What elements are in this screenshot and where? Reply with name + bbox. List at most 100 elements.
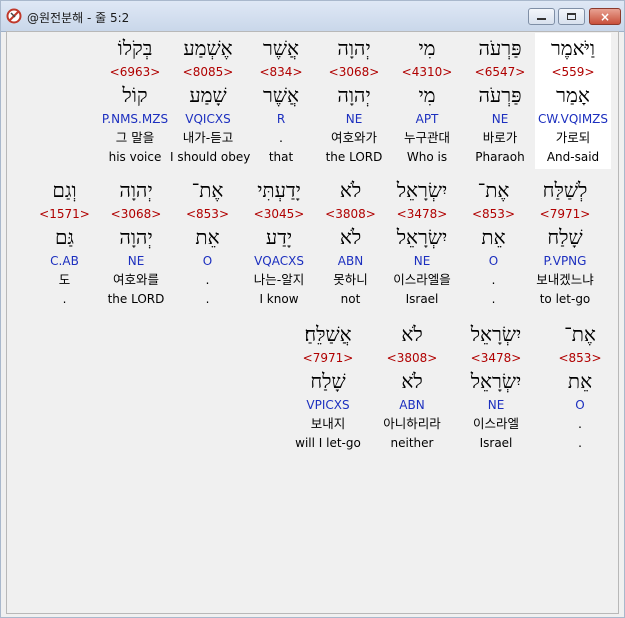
korean-gloss: 가로되 (555, 130, 591, 145)
english-gloss: the LORD (325, 150, 383, 164)
lemma-word: קוֹל (122, 83, 148, 107)
title-bar[interactable]: @원전분해 - 줄 5:2 × (1, 1, 624, 32)
english-gloss: I know (259, 292, 299, 306)
korean-gloss: 못하니 (333, 272, 368, 287)
hebrew-word: יְהוָה (337, 36, 371, 60)
strong-number: <3068> (328, 65, 380, 79)
parse-code: O (575, 398, 585, 412)
strong-number: <7971> (302, 351, 354, 365)
korean-gloss: 그 말을 (115, 130, 155, 145)
strong-number: <3808> (325, 207, 376, 221)
korean-gloss: 나는-알지 (253, 272, 305, 287)
close-button[interactable]: × (589, 8, 621, 25)
hebrew-word: וְגַם (52, 178, 77, 202)
hebrew-word: אֲשֶׁר (263, 36, 299, 60)
english-gloss: Pharaoh (475, 150, 525, 164)
word-column[interactable]: אֶת־ <853> אֵת O.. (456, 175, 532, 311)
hebrew-word: לֹא (401, 322, 423, 346)
parse-code: VPICXS (306, 398, 350, 412)
lemma-word: שָׁמַע (189, 83, 227, 107)
strong-number: <559> (551, 65, 595, 79)
english-gloss: . (62, 292, 67, 306)
strong-number: <3045> (253, 207, 305, 221)
korean-gloss: 누구관대 (403, 130, 450, 145)
hebrew-word: יִשְׂרָאֵל (396, 178, 448, 202)
parse-code: O (202, 254, 213, 268)
word-column[interactable]: אֲשֶׁר <834> אֲשֶׁר R. that (243, 33, 319, 169)
korean-gloss: 도 (58, 272, 71, 287)
parse-code: NE (487, 398, 505, 412)
word-column[interactable]: לֹא <3808> לֹא ABN 아니하리라 neither (374, 319, 450, 455)
lemma-word: אֵת (195, 225, 220, 249)
korean-gloss: 보내겠느냐 (536, 272, 594, 287)
word-column[interactable]: פַּרְעֹה <6547> פַּרְעֹה NE 바로가 Pharaoh (462, 33, 538, 169)
minimize-button[interactable] (528, 8, 555, 25)
parse-code: O (488, 254, 499, 268)
strong-number: <3478> (396, 207, 448, 221)
parse-code: ABN (399, 398, 425, 412)
korean-gloss: . (578, 416, 582, 431)
strong-number: <3808> (386, 351, 438, 365)
lemma-word: יִשְׂרָאֵל (396, 225, 448, 249)
strong-number: <8085> (182, 65, 234, 79)
english-gloss: not (340, 292, 361, 306)
hebrew-word: בְּקֹלוֹ (117, 36, 153, 60)
word-column[interactable]: אֲשַׁלֵּחַ׃ <7971> שָׁלַח VPICXS 보내지 will I l… (290, 319, 366, 455)
word-column[interactable]: וְגַם <1571> גַּם C.AB 도. (27, 175, 103, 311)
lemma-word: לֹא (339, 225, 362, 249)
word-column[interactable]: מִי <4310> מִי APT 누구관대 Who is (389, 33, 465, 169)
word-column[interactable]: לְשַׁלַּח <7971> שָׁלַח P.VPNG 보내겠느냐 to let-g… (527, 175, 603, 311)
strong-number: <4310> (401, 65, 453, 79)
korean-gloss: 보내지 (310, 416, 346, 431)
parse-code: P.NMS.MZS (101, 112, 169, 126)
interlinear-panel: וַיֹּאמֶר <559> אָמַר CW.VQIMZS 가로되 And-said פ… (6, 31, 619, 614)
lemma-word: יִשְׂרָאֵל (470, 369, 522, 393)
hebrew-word: לֹא (339, 178, 362, 202)
word-column[interactable]: יְהוָה <3068> יְהוָה NE 여호와가 the LORD (316, 33, 392, 169)
english-gloss: neither (390, 436, 434, 450)
korean-gloss: 이스라엘 (472, 416, 519, 431)
lemma-word: פַּרְעֹה (478, 83, 522, 107)
parse-code: NE (345, 112, 363, 126)
strong-number: <853> (558, 351, 602, 365)
parse-code: C.AB (50, 254, 79, 268)
hebrew-word: לְשַׁלַּח (542, 178, 588, 202)
hebrew-word: אֶת־ (564, 322, 596, 346)
korean-gloss: 여호와를 (112, 272, 159, 287)
english-gloss: will I let-go (295, 436, 361, 450)
word-column[interactable]: בְּקֹלוֹ <6963> קוֹל P.NMS.MZS 그 말을 his voice (97, 33, 173, 169)
english-gloss: . (578, 436, 582, 450)
lemma-word: אֵת (481, 225, 506, 249)
hebrew-word: אֲשַׁלֵּחַ׃ (304, 322, 352, 346)
maximize-button[interactable] (558, 8, 585, 25)
word-column[interactable]: לֹא <3808> לֹא ABN 못하니 not (313, 175, 389, 311)
word-column[interactable]: אֶשְׁמַע <8085> שָׁמַע VQICXS 내가-듣고 I should … (170, 33, 251, 169)
hebrew-word: מִי (418, 36, 436, 60)
word-column[interactable]: אֶת־ <853> אֵת O.. (542, 319, 618, 455)
english-gloss: . (205, 292, 210, 306)
english-gloss: . (491, 292, 496, 306)
word-column[interactable]: יְהוָה <3068> יְהוָה NE 여호와를 the LORD (98, 175, 174, 311)
english-gloss: I should obey (170, 150, 251, 164)
word-column[interactable]: וַיֹּאמֶר <559> אָמַר CW.VQIMZS 가로되 And-said (535, 33, 611, 169)
korean-gloss: . (205, 272, 210, 287)
word-column[interactable]: אֶת־ <853> אֵת O.. (170, 175, 246, 311)
parse-code: CW.VQIMZS (537, 112, 609, 126)
lemma-word: שָׁלַח (547, 225, 583, 249)
lemma-word: יָדַע (265, 225, 293, 249)
word-column[interactable]: יִשְׂרָאֵל <3478> יִשְׂרָאֵל NE 이스라엘 Israel (458, 319, 534, 455)
hebrew-word: וַיֹּאמֶר (550, 36, 596, 60)
word-column[interactable]: יָדַעְתִּי <3045> יָדַע VQACXS 나는-알지 I know (241, 175, 317, 311)
hebrew-word: יָדַעְתִּי (257, 178, 301, 202)
app-icon (6, 8, 22, 24)
parse-code: ABN (337, 254, 364, 268)
strong-number: <834> (259, 65, 303, 79)
lemma-word: יְהוָה (119, 225, 153, 249)
parse-code: R (276, 112, 286, 126)
word-column[interactable]: יִשְׂרָאֵל <3478> יִשְׂרָאֵל NE 이스라엘을 Israel (384, 175, 460, 311)
lemma-word: גַּם (54, 225, 75, 249)
parse-code: VQICXS (185, 112, 231, 126)
lemma-word: שָׁלַח (310, 369, 346, 393)
lemma-word: אֲשֶׁר (263, 83, 299, 107)
hebrew-word: יִשְׂרָאֵל (470, 322, 522, 346)
